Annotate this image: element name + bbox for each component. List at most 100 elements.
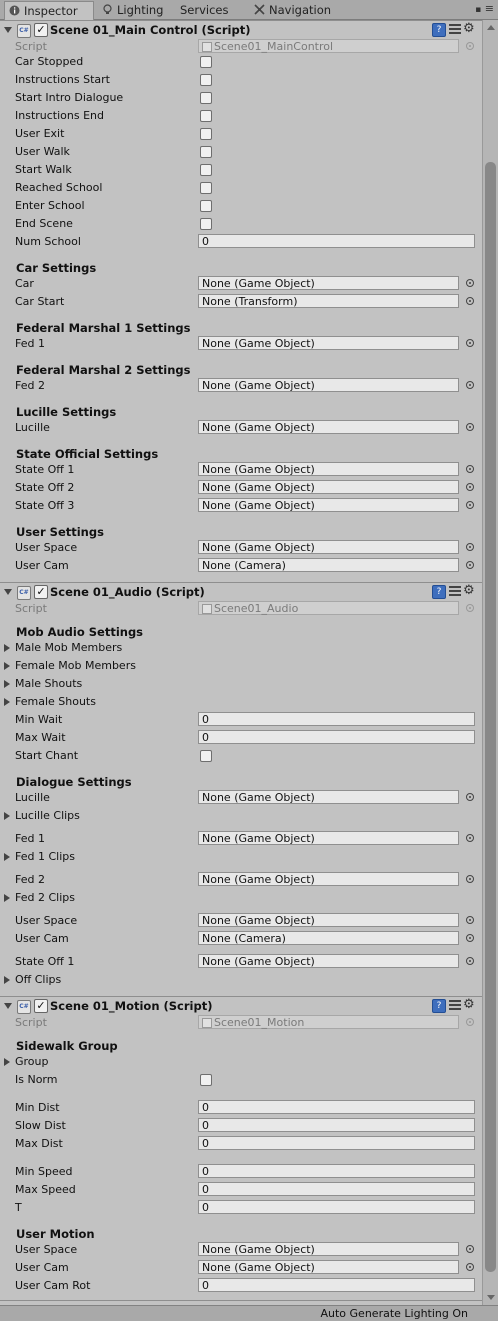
component-enabled-checkbox[interactable]: ✓ — [34, 999, 48, 1013]
male-mob-members-foldout[interactable]: Male Mob Members — [15, 641, 122, 654]
state-off-3-object-field[interactable]: None (Game Object) — [198, 498, 459, 512]
state-off-1-object-field[interactable]: None (Game Object) — [198, 954, 459, 968]
slow-dist-field[interactable]: 0 — [198, 1118, 475, 1132]
fed-2-object-field[interactable]: None (Game Object) — [198, 872, 459, 886]
min-speed-field[interactable]: 0 — [198, 1164, 475, 1178]
male-mob-members-row[interactable]: Male Mob Members — [0, 639, 482, 657]
help-icon[interactable]: ? — [432, 999, 446, 1013]
user-space-object-field[interactable]: None (Game Object) — [198, 1242, 459, 1256]
component-enabled-checkbox[interactable]: ✓ — [34, 585, 48, 599]
user-exit-checkbox[interactable] — [200, 128, 212, 140]
max-dist-field[interactable]: 0 — [198, 1136, 475, 1150]
object-picker-icon[interactable] — [466, 543, 474, 551]
lucille-object-field[interactable]: None (Game Object) — [198, 420, 459, 434]
tab-lighting[interactable]: Lighting — [98, 1, 172, 19]
user-cam-object-field[interactable]: None (Camera) — [198, 931, 459, 945]
instructions-start-checkbox[interactable] — [200, 74, 212, 86]
object-picker-icon[interactable] — [466, 1245, 474, 1253]
lucille-object-field[interactable]: None (Game Object) — [198, 790, 459, 804]
object-picker-icon[interactable] — [466, 957, 474, 965]
off-clips-foldout[interactable]: Off Clips — [15, 973, 61, 986]
user-cam-rot-field[interactable]: 0 — [198, 1278, 475, 1292]
object-picker-icon[interactable] — [466, 561, 474, 569]
preset-icon[interactable] — [449, 999, 461, 1011]
foldout-collapsed-icon[interactable] — [4, 1058, 10, 1066]
max-wait-field[interactable]: 0 — [198, 730, 475, 744]
foldout-collapsed-icon[interactable] — [4, 662, 10, 670]
object-picker-icon[interactable] — [466, 501, 474, 509]
male-shouts-row[interactable]: Male Shouts — [0, 675, 482, 693]
object-picker-icon[interactable] — [466, 381, 474, 389]
male-shouts-foldout[interactable]: Male Shouts — [15, 677, 82, 690]
female-shouts-foldout[interactable]: Female Shouts — [15, 695, 96, 708]
lucille-clips-foldout[interactable]: Lucille Clips — [15, 809, 80, 822]
num-school-field[interactable]: 0 — [198, 234, 475, 248]
max-speed-field[interactable]: 0 — [198, 1182, 475, 1196]
object-picker-icon[interactable] — [466, 465, 474, 473]
script-field[interactable]: Scene01_MainControl — [198, 39, 459, 53]
group-row[interactable]: Group — [0, 1053, 482, 1071]
start-chant-checkbox[interactable] — [200, 750, 212, 762]
state-off-2-object-field[interactable]: None (Game Object) — [198, 480, 459, 494]
foldout-expanded-icon[interactable] — [4, 589, 12, 595]
preset-icon[interactable] — [449, 585, 461, 597]
is-norm-checkbox[interactable] — [200, 1074, 212, 1086]
fed-2-clips-row[interactable]: Fed 2 Clips — [0, 889, 482, 907]
fed-1-object-field[interactable]: None (Game Object) — [198, 336, 459, 350]
object-picker-icon[interactable] — [466, 339, 474, 347]
state-off-1-object-field[interactable]: None (Game Object) — [198, 462, 459, 476]
user-cam-object-field[interactable]: None (Camera) — [198, 558, 459, 572]
instructions-end-checkbox[interactable] — [200, 110, 212, 122]
start-walk-checkbox[interactable] — [200, 164, 212, 176]
tab-services[interactable]: Services — [176, 1, 246, 19]
foldout-collapsed-icon[interactable] — [4, 976, 10, 984]
main-component-header[interactable]: C# ✓ Scene 01_Main Control (Script)? ⚙ — [0, 20, 482, 40]
fed-2-object-field[interactable]: None (Game Object) — [198, 378, 459, 392]
fed-1-clips-foldout[interactable]: Fed 1 Clips — [15, 850, 75, 863]
foldout-collapsed-icon[interactable] — [4, 680, 10, 688]
female-shouts-row[interactable]: Female Shouts — [0, 693, 482, 711]
scroll-up-arrow-icon[interactable] — [487, 25, 495, 30]
object-picker-icon[interactable] — [466, 279, 474, 287]
t-field[interactable]: 0 — [198, 1200, 475, 1214]
start-intro-dialogue-checkbox[interactable] — [200, 92, 212, 104]
audio-component-header[interactable]: C# ✓ Scene 01_Audio (Script)? ⚙ — [0, 582, 482, 602]
car-stopped-checkbox[interactable] — [200, 56, 212, 68]
motion-component-header[interactable]: C# ✓ Scene 01_Motion (Script)? ⚙ — [0, 996, 482, 1016]
user-space-object-field[interactable]: None (Game Object) — [198, 913, 459, 927]
reached-school-checkbox[interactable] — [200, 182, 212, 194]
tab-navigation[interactable]: Navigation — [250, 1, 344, 19]
menu-icon[interactable]: ≡ — [485, 2, 494, 15]
tab-menu-button[interactable]: ▪ ≡ — [475, 2, 494, 17]
gear-icon[interactable]: ⚙ — [463, 21, 475, 36]
car-object-field[interactable]: None (Game Object) — [198, 276, 459, 290]
foldout-collapsed-icon[interactable] — [4, 894, 10, 902]
help-icon[interactable]: ? — [432, 23, 446, 37]
lock-icon[interactable]: ▪ — [475, 5, 481, 15]
help-icon[interactable]: ? — [432, 585, 446, 599]
preset-icon[interactable] — [449, 23, 461, 35]
object-picker-icon[interactable] — [466, 423, 474, 431]
min-wait-field[interactable]: 0 — [198, 712, 475, 726]
fed-1-clips-row[interactable]: Fed 1 Clips — [0, 848, 482, 866]
object-picker-icon[interactable] — [466, 834, 474, 842]
tab-inspector[interactable]: Inspector — [4, 1, 94, 20]
gear-icon[interactable]: ⚙ — [463, 583, 475, 598]
object-picker-icon[interactable] — [466, 42, 474, 50]
fed-2-clips-foldout[interactable]: Fed 2 Clips — [15, 891, 75, 904]
script-field[interactable]: Scene01_Motion — [198, 1015, 459, 1029]
object-picker-icon[interactable] — [466, 875, 474, 883]
lucille-clips-row[interactable]: Lucille Clips — [0, 807, 482, 825]
vertical-scrollbar[interactable] — [482, 20, 498, 1305]
off-clips-row[interactable]: Off Clips — [0, 971, 482, 989]
foldout-collapsed-icon[interactable] — [4, 853, 10, 861]
user-walk-checkbox[interactable] — [200, 146, 212, 158]
scroll-down-arrow-icon[interactable] — [487, 1295, 495, 1300]
script-field[interactable]: Scene01_Audio — [198, 601, 459, 615]
foldout-collapsed-icon[interactable] — [4, 644, 10, 652]
end-scene-checkbox[interactable] — [200, 218, 212, 230]
object-picker-icon[interactable] — [466, 1018, 474, 1026]
object-picker-icon[interactable] — [466, 604, 474, 612]
enter-school-checkbox[interactable] — [200, 200, 212, 212]
car-start-object-field[interactable]: None (Transform) — [198, 294, 459, 308]
